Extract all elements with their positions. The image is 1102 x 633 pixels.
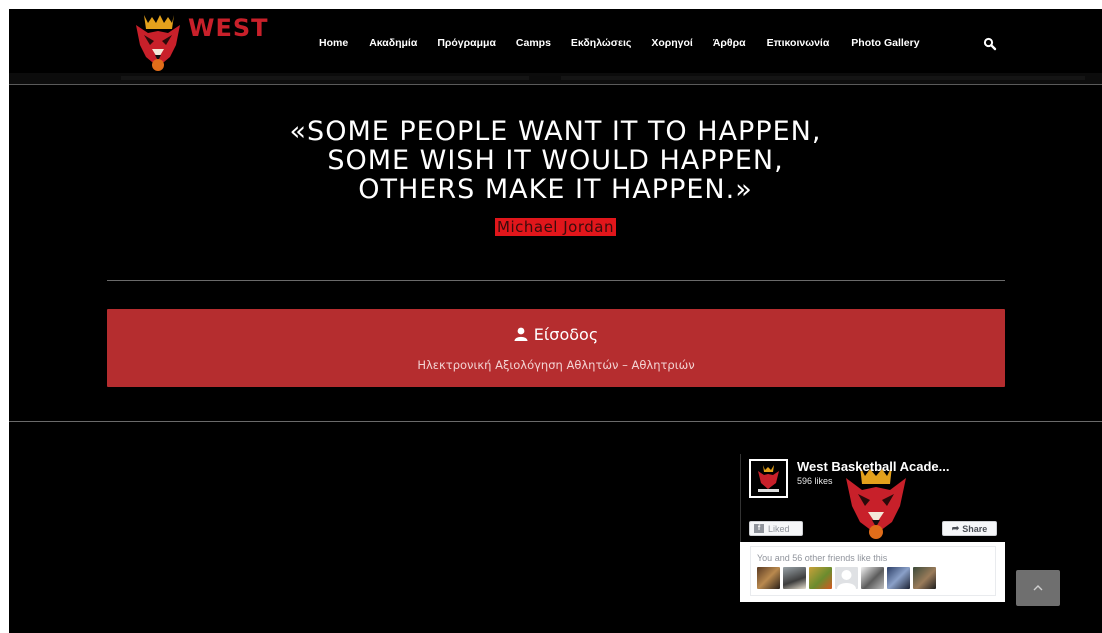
facebook-friends-box: You and 56 other friends like this [750, 546, 996, 596]
friend-avatar[interactable] [887, 567, 910, 589]
nav-item-camps[interactable]: Camps [516, 37, 551, 49]
friend-avatar[interactable] [913, 567, 936, 589]
chevron-up-icon [1033, 585, 1043, 591]
facebook-liked-label: Liked [768, 523, 790, 534]
section-divider [107, 280, 1005, 281]
friend-avatar[interactable] [809, 567, 832, 589]
hero-quote: «SOME PEOPLE WANT IT TO HAPPEN, SOME WIS… [9, 117, 1102, 204]
quote-author-wrap: Michael Jordan [9, 217, 1102, 236]
fox-crest-logo-icon [136, 15, 180, 71]
login-subtitle: Ηλεκτρονική Αξιολόγηση Αθλητών – Αθλητρι… [417, 358, 695, 372]
nav-item-events[interactable]: Εκδηλώσεις [571, 37, 631, 49]
quote-line: OTHERS MAKE IT HAPPEN.» [358, 174, 753, 205]
nav-item-home[interactable]: Home [319, 37, 348, 49]
default-avatar-icon [837, 570, 856, 589]
facebook-friend-avatars [757, 567, 936, 589]
header-divider [9, 84, 1102, 85]
nav-item-articles[interactable]: Άρθρα [713, 37, 746, 49]
search-button[interactable] [983, 36, 997, 51]
nav-item-academy[interactable]: Ακαδημία [369, 37, 417, 49]
facebook-share-button[interactable]: ➦ Share [942, 521, 997, 536]
friend-avatar[interactable] [757, 567, 780, 589]
scroll-to-top-button[interactable] [1016, 570, 1060, 606]
facebook-cover[interactable]: West Basketball Acade... 596 likes f Lik… [740, 454, 1005, 542]
facebook-liked-button[interactable]: f Liked [749, 521, 803, 536]
logo-text: WEST [188, 14, 269, 42]
strip-segment [561, 76, 1085, 80]
site-logo[interactable]: WEST [130, 11, 268, 73]
facebook-share-label: Share [962, 523, 988, 534]
facebook-page-avatar[interactable] [749, 459, 788, 498]
user-icon [514, 327, 528, 341]
header-shadow-strip [9, 73, 1102, 84]
friend-avatar[interactable] [783, 567, 806, 589]
facebook-logo-icon: f [754, 524, 764, 533]
nav-item-program[interactable]: Πρόγραμμα [437, 37, 496, 49]
quote-author: Michael Jordan [495, 218, 616, 236]
login-title: Είσοδος [107, 325, 1005, 345]
strip-segment [121, 76, 529, 80]
search-icon [983, 37, 997, 51]
nav-item-sponsors[interactable]: Χορηγοί [651, 37, 693, 49]
quote-line: SOME WISH IT WOULD HAPPEN, [327, 145, 784, 176]
footer-divider [9, 421, 1102, 422]
login-title-text: Είσοδος [533, 325, 599, 344]
share-arrow-icon: ➦ [951, 523, 960, 533]
friend-avatar[interactable] [861, 567, 884, 589]
facebook-friends-text: You and 56 other friends like this [757, 553, 888, 563]
page-frame: WEST Home Ακαδημία Πρόγραμμα Camps Εκδηλ… [9, 9, 1102, 633]
fox-crest-avatar-icon [758, 465, 779, 492]
friend-avatar[interactable] [835, 567, 858, 589]
nav-item-photo-gallery[interactable]: Photo Gallery [851, 37, 919, 49]
main-nav: Home Ακαδημία Πρόγραμμα Camps Εκδηλώσεις… [319, 35, 920, 51]
nav-item-contact[interactable]: Επικοινωνία [767, 37, 830, 49]
site-header: WEST Home Ακαδημία Πρόγραμμα Camps Εκδηλ… [9, 9, 1102, 85]
quote-line: «SOME PEOPLE WANT IT TO HAPPEN, [289, 116, 822, 147]
facebook-page-name[interactable]: West Basketball Acade... [797, 459, 997, 474]
login-button[interactable]: Είσοδος Ηλεκτρονική Αξιολόγηση Αθλητών –… [107, 309, 1005, 387]
facebook-page-widget: West Basketball Acade... 596 likes f Lik… [740, 454, 1005, 602]
facebook-like-count: 596 likes [797, 476, 833, 486]
